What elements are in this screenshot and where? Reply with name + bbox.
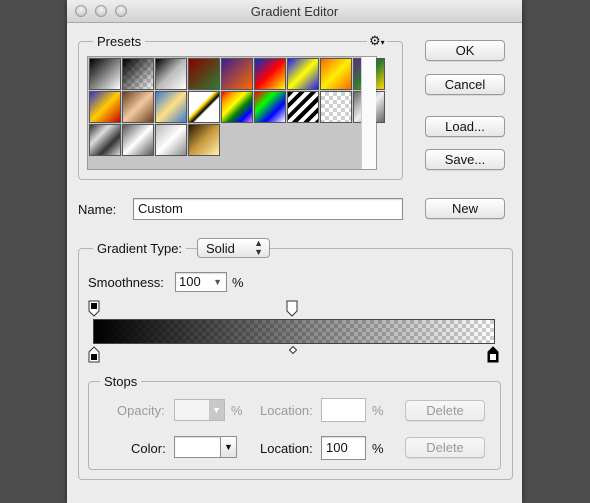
chevron-down-icon: ▼ bbox=[213, 277, 222, 287]
presets-scrollbar[interactable] bbox=[361, 57, 376, 169]
preset-swatch[interactable] bbox=[320, 91, 352, 123]
new-button[interactable]: New bbox=[425, 198, 505, 219]
opacity-stop-left[interactable] bbox=[88, 300, 100, 317]
preset-swatch[interactable] bbox=[89, 91, 121, 123]
preset-swatch[interactable] bbox=[155, 91, 187, 123]
gradient-type-select[interactable]: Solid ▲ ▼ bbox=[197, 238, 270, 258]
color-delete-button[interactable]: Delete bbox=[405, 437, 485, 458]
opacity-stop-right[interactable] bbox=[286, 300, 298, 317]
opacity-delete-button[interactable]: Delete bbox=[405, 400, 485, 421]
swatch-fade bbox=[123, 59, 153, 89]
opacity-unit: % bbox=[231, 403, 243, 418]
color-location-field[interactable]: 100 bbox=[321, 436, 366, 460]
midpoint-diamond[interactable] bbox=[289, 346, 297, 354]
preset-swatch[interactable] bbox=[89, 124, 121, 156]
preset-swatch[interactable] bbox=[287, 91, 319, 123]
opacity-location-label: Location: bbox=[260, 403, 313, 418]
preset-swatch[interactable] bbox=[221, 91, 253, 123]
preset-swatch[interactable] bbox=[188, 124, 220, 156]
gradient-editor-window: Gradient Editor Presets ⚙▾ OK Cancel Loa… bbox=[67, 0, 522, 503]
name-input[interactable]: Custom bbox=[133, 198, 403, 220]
chevron-down-icon: ▼ bbox=[209, 400, 224, 420]
chevron-down-icon[interactable]: ▼ bbox=[221, 436, 237, 458]
preset-swatch[interactable] bbox=[320, 58, 352, 90]
preset-swatch[interactable] bbox=[254, 91, 286, 123]
gradient-type-label: Gradient Type: bbox=[93, 241, 187, 256]
preset-swatch[interactable] bbox=[122, 58, 154, 90]
gradient-fill bbox=[94, 320, 494, 343]
color-swatch-field[interactable] bbox=[174, 436, 221, 458]
name-label: Name: bbox=[78, 202, 117, 217]
preset-swatch[interactable] bbox=[221, 58, 253, 90]
load-button[interactable]: Load... bbox=[425, 116, 505, 137]
up-down-arrows-icon: ▲ ▼ bbox=[254, 238, 263, 257]
stops-label: Stops bbox=[100, 374, 142, 389]
gradient-type-value: Solid bbox=[206, 241, 235, 256]
gear-icon[interactable]: ⚙▾ bbox=[367, 33, 387, 49]
opacity-label: Opacity: bbox=[117, 403, 165, 418]
preset-swatch[interactable] bbox=[122, 124, 154, 156]
ok-button[interactable]: OK bbox=[425, 40, 505, 61]
preset-swatch[interactable] bbox=[155, 58, 187, 90]
presets-label: Presets bbox=[93, 34, 146, 49]
color-location-label: Location: bbox=[260, 441, 313, 456]
color-stop-left[interactable] bbox=[88, 346, 100, 363]
cancel-button[interactable]: Cancel bbox=[425, 74, 505, 95]
preset-swatch[interactable] bbox=[188, 91, 220, 123]
color-swatch bbox=[176, 438, 219, 456]
save-button[interactable]: Save... bbox=[425, 149, 505, 170]
smoothness-value: 100 bbox=[179, 274, 201, 289]
title-bar[interactable]: Gradient Editor bbox=[67, 0, 522, 23]
window-title: Gradient Editor bbox=[250, 4, 339, 19]
preset-swatch[interactable] bbox=[89, 58, 121, 90]
presets-grid bbox=[87, 56, 385, 170]
smoothness-label: Smoothness: bbox=[88, 275, 164, 290]
preset-swatch[interactable] bbox=[254, 58, 286, 90]
color-location-unit: % bbox=[372, 441, 384, 456]
preset-swatch[interactable] bbox=[188, 58, 220, 90]
smoothness-field[interactable]: 100 ▼ bbox=[175, 272, 227, 292]
opacity-location-field bbox=[321, 398, 366, 422]
preset-swatch[interactable] bbox=[122, 91, 154, 123]
preset-swatch[interactable] bbox=[155, 124, 187, 156]
opacity-field: ▼ bbox=[174, 399, 225, 421]
smoothness-unit: % bbox=[232, 275, 244, 290]
opacity-location-unit: % bbox=[372, 403, 384, 418]
preset-swatch[interactable] bbox=[287, 58, 319, 90]
gradient-preview-bar[interactable] bbox=[93, 319, 495, 344]
color-stop-right[interactable] bbox=[487, 346, 499, 363]
color-label: Color: bbox=[131, 441, 166, 456]
